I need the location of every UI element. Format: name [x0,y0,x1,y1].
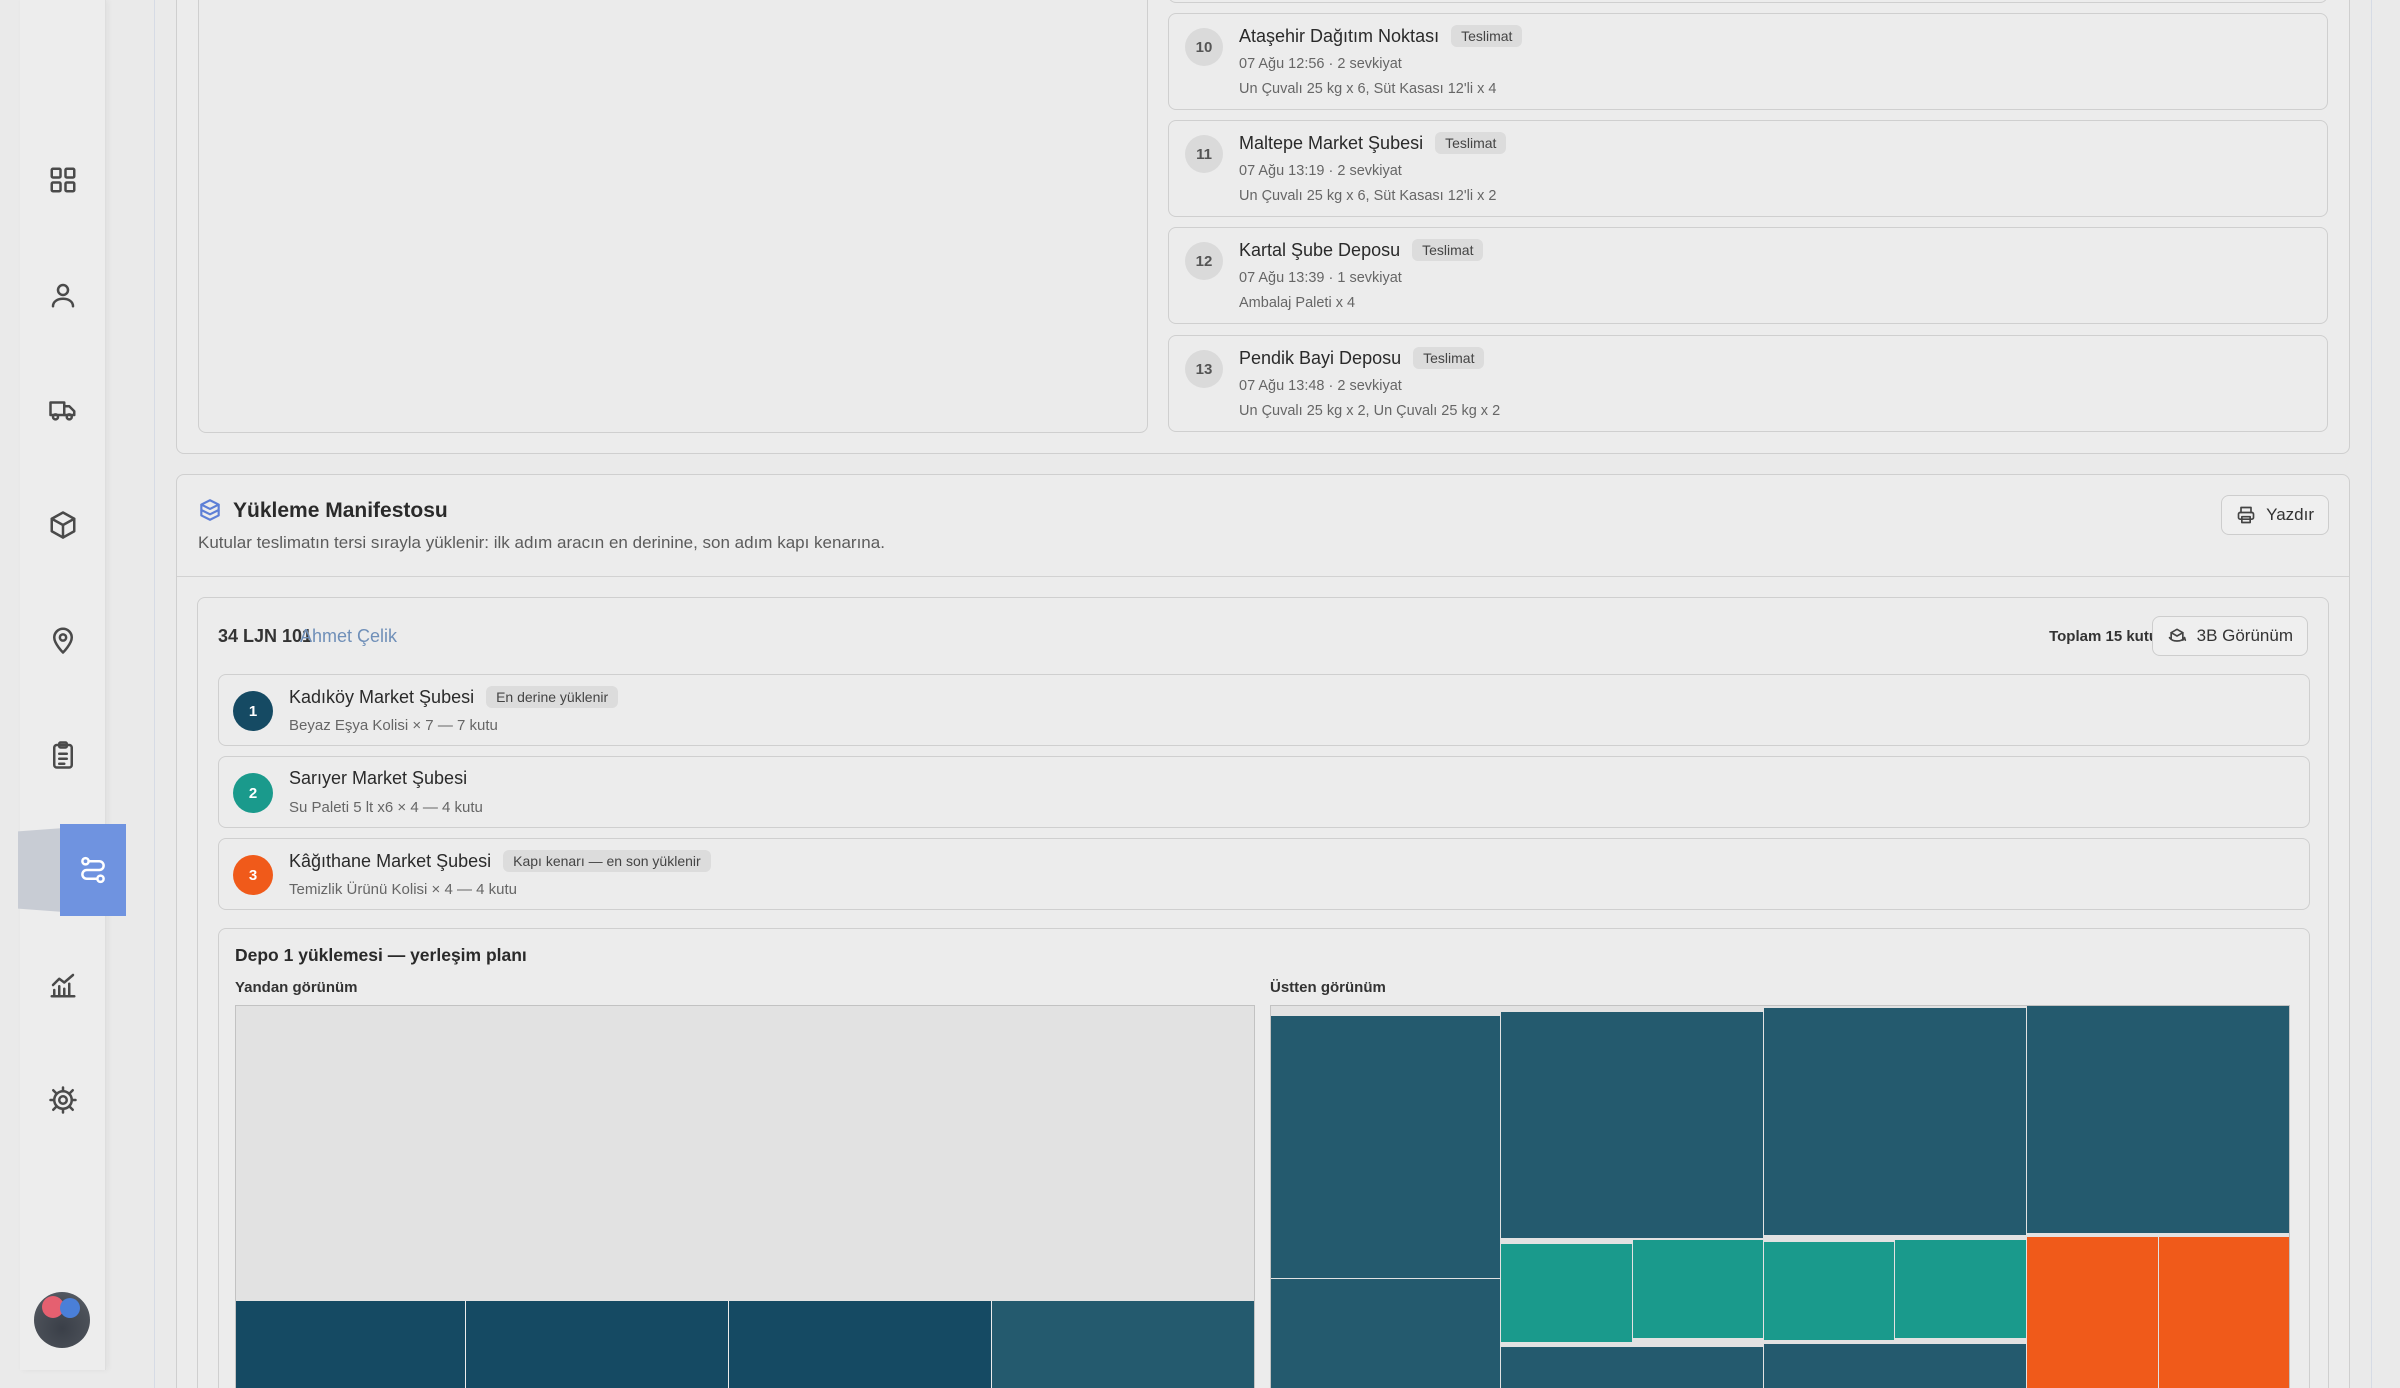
load-detail: Su Paleti 5 lt x6 × 4 — 4 kutu [289,799,483,816]
side-view-label: Yandan görünüm [235,979,358,996]
3d-view-label: 3B Görünüm [2196,626,2293,645]
load-detail: Beyaz Eşya Kolisi × 7 — 7 kutu [289,717,498,734]
package-stack-icon [200,499,220,521]
stop-card-previous[interactable] [1168,0,2328,3]
box-top-mid [1764,1242,1894,1340]
print-button-label: Yazdır [2266,505,2314,524]
vehicle-load-card: 34 LJN 101 Ahmet Çelik Toplam 15 kutu 3B… [197,597,2329,1388]
box-top-deep [1501,1012,1763,1238]
box-top-deep [1501,1347,1763,1388]
box-top-deep [1271,1016,1500,1278]
stop-number: 10 [1185,28,1223,66]
step-badge: 2 [233,773,273,813]
nav-reports[interactable] [20,955,106,1015]
box-top-mid [1895,1240,2026,1338]
step-badge: 1 [233,691,273,731]
stop-items: Ambalaj Paleti x 4 [1239,295,1356,311]
nav-settings[interactable] [20,1070,106,1130]
truck-icon [49,401,76,421]
stop-meta: 07 Ağu 13:19 · 2 sevkiyat [1239,163,1402,179]
route-icon [81,856,105,884]
stop-card[interactable]: 11 Maltepe Market Şubesi Teslimat 07 Ağu … [1168,120,2328,217]
3d-view-button[interactable]: 3B Görünüm [2151,616,2308,656]
layout-plan: Depo 1 yüklemesi — yerleşim planı Yandan… [218,928,2310,1388]
stop-card[interactable]: 10 Ataşehir Dağıtım Noktası Teslimat 07 A… [1168,13,2328,110]
gear-icon [49,1086,77,1114]
nav-vehicles[interactable] [20,380,106,440]
print-button[interactable]: Yazdır [2221,495,2329,535]
load-destination: Kâğıthane Market Şubesi [289,850,492,871]
box-icon [50,511,76,539]
box-top-mid [1501,1244,1632,1342]
box-top-mid [1633,1240,1763,1338]
box-top-deep [1764,1344,2026,1388]
sidebar [20,0,106,1370]
box-top-door [2027,1237,2158,1388]
load-detail: Temizlik Ürünü Kolisi × 4 — 4 kutu [289,881,518,898]
total-boxes: Toplam 15 kutu [2049,628,2158,645]
stop-number: 13 [1185,350,1223,388]
stop-meta: 07 Ağu 13:39 · 1 sevkiyat [1239,270,1402,286]
user-icon [51,283,75,308]
top-view-label: Üstten görünüm [1270,979,1386,996]
manifest-title: Yükleme Manifestosu [233,499,448,522]
stop-name: Pendik Bayi Deposu [1239,347,1402,368]
stop-type-badge: Teslimat [1412,239,1484,261]
stop-name: Kartal Şube Deposu [1239,239,1401,260]
stop-meta: 07 Ağu 13:48 · 2 sevkiyat [1239,378,1402,394]
box-top-deep [1271,1279,1500,1388]
load-step-row[interactable]: 3 Kâğıthane Market Şubesi Kapı kenarı — e… [218,838,2310,910]
step-badge: 3 [233,855,273,895]
nav-dashboard[interactable] [20,150,106,210]
box-side-deep [992,1301,1254,1388]
stop-name: Maltepe Market Şubesi [1239,132,1424,153]
driver-name[interactable]: Ahmet Çelik [300,626,397,647]
box-side-deep [236,1301,465,1388]
box-top-deep [2027,1006,2289,1233]
load-step-row[interactable]: 2 Sarıyer Market Şubesi Su Paleti 5 lt x… [218,756,2310,828]
box-top-door [2159,1237,2289,1388]
nav-packages[interactable] [20,495,106,555]
route-map-panel[interactable] [198,0,1148,433]
printer-icon [2237,506,2255,524]
clipboard-icon [53,741,73,769]
manifest-subtitle: Kutular teslimatın tersi sırayla yükleni… [198,533,885,552]
load-position-badge: Kapı kenarı — en son yüklenir [503,850,711,872]
stop-items: Un Çuvalı 25 kg x 6, Süt Kasası 12'li x … [1239,188,1497,204]
nav-locations[interactable] [20,610,106,670]
nav-users[interactable] [20,265,106,325]
nav-routes-active[interactable] [18,824,126,916]
stop-meta: 07 Ağu 12:56 · 2 sevkiyat [1239,56,1402,72]
chart-icon [50,973,76,998]
stop-type-badge: Teslimat [1435,132,1507,154]
stop-number: 11 [1185,135,1223,173]
box-side-deep [466,1301,728,1388]
top-view-canvas[interactable] [1270,1005,2290,1388]
stop-type-badge: Teslimat [1451,25,1523,47]
box-top-deep [1764,1008,2026,1235]
load-step-row[interactable]: 1 Kadıköy Market Şubesi En derine yükleni… [218,674,2310,746]
stop-name: Ataşehir Dağıtım Noktası [1239,25,1440,46]
side-view-canvas[interactable] [235,1005,1255,1388]
box-side-deep [729,1301,991,1388]
load-destination: Sarıyer Market Şubesi [289,768,468,788]
stop-items: Un Çuvalı 25 kg x 6, Süt Kasası 12'li x … [1239,81,1497,97]
stop-card[interactable]: 13 Pendik Bayi Deposu Teslimat 07 Ağu 13:… [1168,335,2328,432]
stop-items: Un Çuvalı 25 kg x 2, Un Çuvalı 25 kg x 2 [1239,403,1501,419]
avatar[interactable] [34,1292,90,1348]
empty-space [236,1006,1254,1301]
pin-icon [53,627,73,654]
load-position-badge: En derine yüklenir [486,686,619,708]
nav-orders[interactable] [20,725,106,785]
loading-manifest: Yükleme Manifestosu Kutular teslimatın t… [176,474,2350,1388]
load-destination: Kadıköy Market Şubesi [289,686,475,707]
stop-number: 12 [1185,242,1223,280]
stop-card[interactable]: 12 Kartal Şube Deposu Teslimat 07 Ağu 13:… [1168,227,2328,324]
grid-icon [50,167,76,193]
plan-title: Depo 1 yüklemesi — yerleşim planı [235,945,527,965]
vehicle-plate: 34 LJN 101 [218,626,313,646]
stop-type-badge: Teslimat [1413,347,1485,369]
rotate-3d-icon [2168,628,2186,642]
